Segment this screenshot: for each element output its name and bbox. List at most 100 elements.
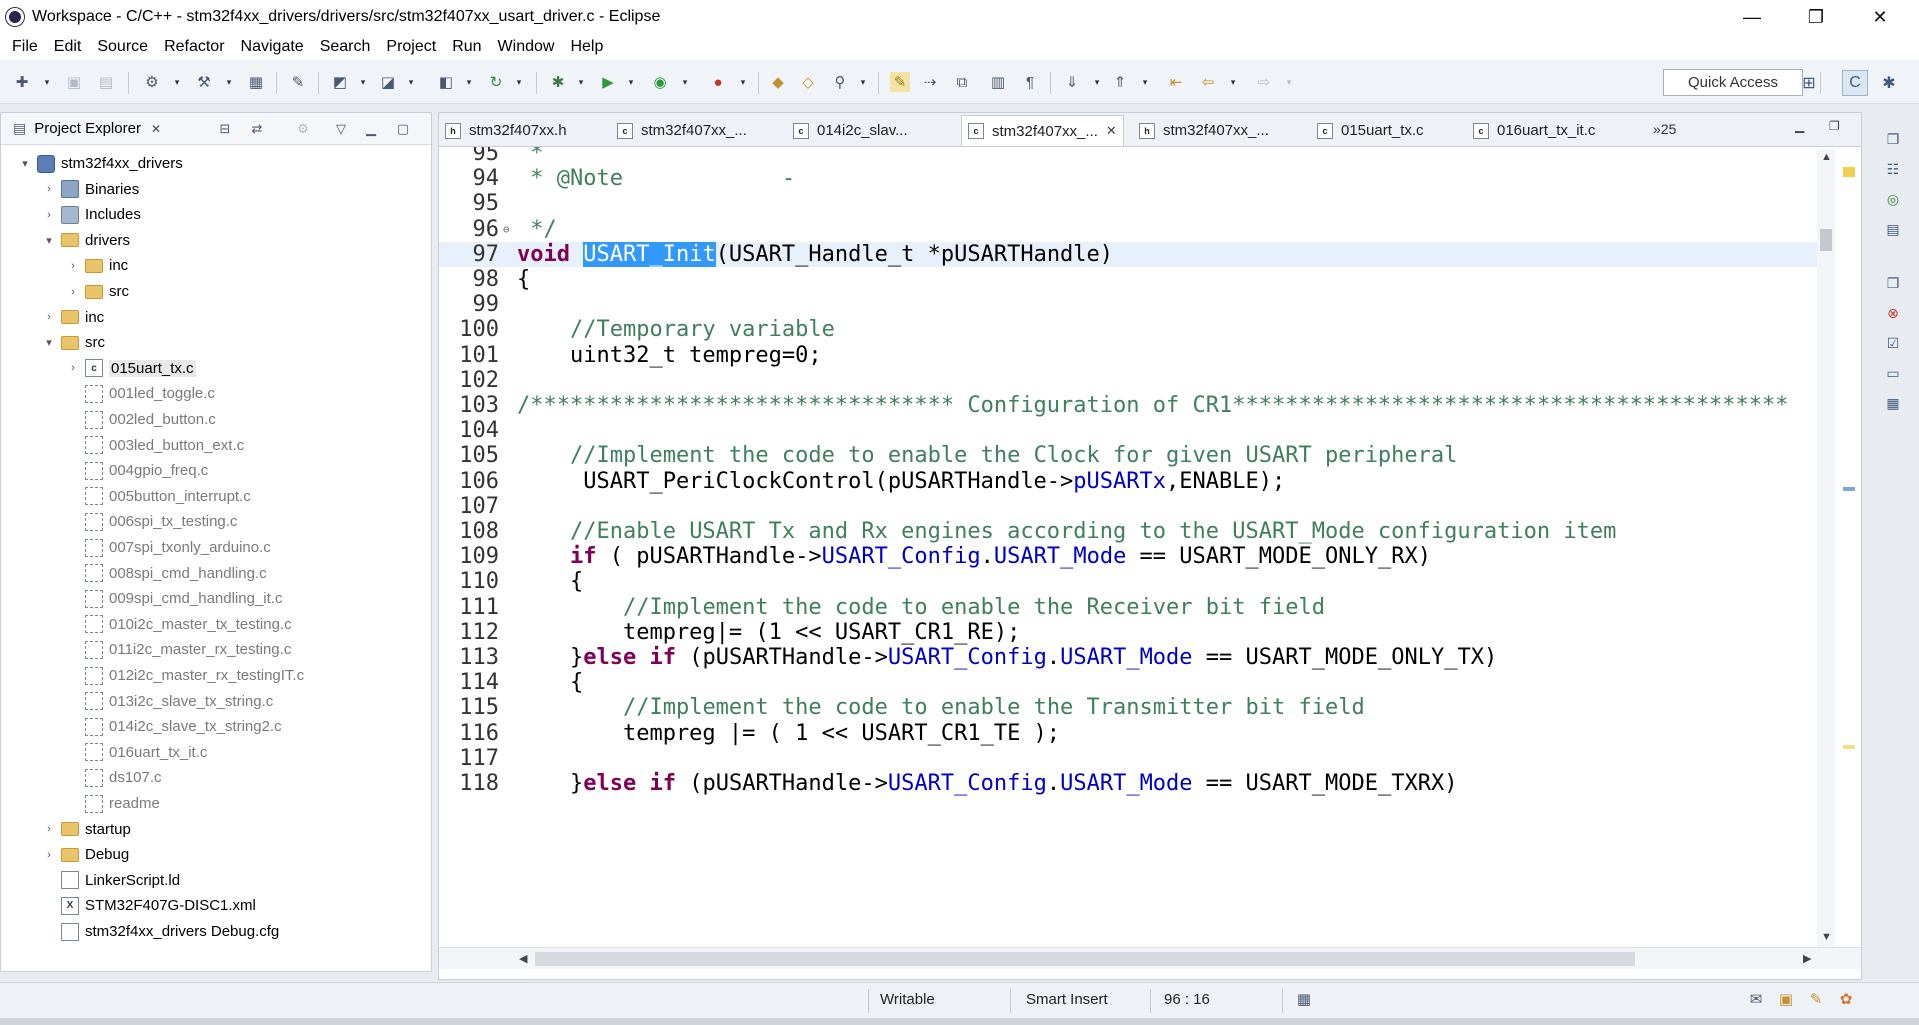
debug-bug-icon[interactable]: ✱ bbox=[548, 72, 568, 92]
tree-item[interactable]: › Debug bbox=[1, 842, 129, 867]
tree-item[interactable]: › startup bbox=[1, 817, 131, 842]
menu-refactor[interactable]: Refactor bbox=[156, 38, 232, 56]
tree-item[interactable]: › inc bbox=[1, 253, 128, 278]
open-perspective-icon[interactable]: ⊞ bbox=[1796, 70, 1822, 96]
prev-annotation-icon[interactable]: ⇑ bbox=[1110, 72, 1130, 92]
build-settings-dropdown-icon[interactable]: ▾ bbox=[172, 72, 182, 92]
external-tools-icon[interactable]: ● bbox=[708, 72, 728, 92]
debug-perspective-icon[interactable]: ✱ bbox=[1876, 70, 1902, 96]
code-line[interactable]: 107 bbox=[439, 494, 1819, 519]
open-type-icon[interactable]: ◆ bbox=[768, 72, 788, 92]
editor-tab[interactable]: c 015uart_tx.c bbox=[1317, 115, 1424, 146]
tree-item[interactable]: X STM32F407G-DISC1.xml bbox=[1, 893, 256, 918]
save-all-icon[interactable]: ▤ bbox=[96, 72, 116, 92]
tree-item[interactable]: 007spi_txonly_arduino.c bbox=[1, 535, 271, 560]
code-line[interactable]: 103 /******************************** Con… bbox=[439, 393, 1819, 418]
highlight-toggle-icon[interactable]: ✎ bbox=[890, 72, 910, 92]
code-line[interactable]: 112 tempreg|= (1 << USART_CR1_RE); bbox=[439, 620, 1819, 645]
problems-icon[interactable]: ⊗ bbox=[1882, 302, 1904, 324]
annotation-icon[interactable]: ⇢ bbox=[920, 72, 940, 92]
expanded-chevron-icon[interactable]: ▾ bbox=[17, 157, 33, 170]
search-icon[interactable]: ⚲ bbox=[830, 72, 850, 92]
open-element-icon[interactable]: ◇ bbox=[798, 72, 818, 92]
view-menu-icon[interactable]: ▽ bbox=[331, 119, 351, 139]
code-area[interactable]: 95 * 94 * @Note -95 96 ⊖ */97 void USART_Ini… bbox=[439, 147, 1861, 947]
code-line[interactable]: 106 USART_PeriClockControl(pUSARTHandle-… bbox=[439, 469, 1819, 494]
code-line[interactable]: 104 bbox=[439, 418, 1819, 443]
project-explorer-close-icon[interactable]: ✕ bbox=[151, 122, 161, 136]
new-class-dropdown-icon[interactable]: ▾ bbox=[464, 72, 474, 92]
tab-close-icon[interactable]: ✕ bbox=[1106, 123, 1117, 139]
code-line[interactable]: 98 { bbox=[439, 267, 1819, 292]
forward-icon[interactable]: ⇨ bbox=[1254, 72, 1274, 92]
restore-icon[interactable]: ❐ bbox=[1882, 128, 1904, 150]
code-line[interactable]: 95 bbox=[439, 191, 1819, 216]
collapsed-chevron-icon[interactable]: › bbox=[65, 260, 81, 272]
build-settings-icon[interactable]: ⚙ bbox=[142, 72, 162, 92]
restore-bottom-icon[interactable]: ❐ bbox=[1882, 272, 1904, 294]
code-line[interactable]: 97 void USART_Init(USART_Handle_t *pUSART… bbox=[439, 241, 1819, 267]
tree-item[interactable]: › c 015uart_tx.c bbox=[1, 356, 196, 381]
tree-item[interactable]: 003led_button_ext.c bbox=[1, 433, 244, 458]
target-icon[interactable]: ◎ bbox=[1882, 188, 1904, 210]
tree-item[interactable]: LinkerScript.ld bbox=[1, 868, 180, 893]
prev-annotation-dropdown-icon[interactable]: ▾ bbox=[1140, 72, 1150, 92]
tree-item[interactable]: › src bbox=[1, 279, 129, 304]
new-source-folder-dropdown-icon[interactable]: ▾ bbox=[406, 72, 416, 92]
menu-navigate[interactable]: Navigate bbox=[233, 38, 312, 56]
maximize-button[interactable]: ❐ bbox=[1786, 0, 1846, 34]
search-dropdown-icon[interactable]: ▾ bbox=[858, 72, 868, 92]
maximize-view-icon[interactable]: ▢ bbox=[393, 119, 413, 139]
code-line[interactable]: 108 //Enable USART Tx and Rx engines acc… bbox=[439, 519, 1819, 544]
pencil-icon[interactable]: ✎ bbox=[1806, 989, 1826, 1009]
code-line[interactable]: 115 //Implement the code to enable the T… bbox=[439, 695, 1819, 720]
console-icon[interactable]: ▭ bbox=[1882, 362, 1904, 384]
settings-icon[interactable]: ✿ bbox=[1836, 989, 1856, 1009]
menu-search[interactable]: Search bbox=[312, 38, 379, 56]
collapsed-chevron-icon[interactable]: › bbox=[41, 209, 57, 221]
run-dropdown-icon[interactable]: ▾ bbox=[626, 72, 636, 92]
editor-tab[interactable]: h stm32f407xx_... bbox=[1139, 115, 1269, 146]
tree-item[interactable]: 013i2c_slave_tx_string.c bbox=[1, 689, 273, 714]
run-icon[interactable]: ▶ bbox=[598, 72, 618, 92]
new-project-dropdown-icon[interactable]: ▾ bbox=[358, 72, 368, 92]
mail-icon[interactable]: ✉ bbox=[1746, 989, 1766, 1009]
tree-item[interactable]: 006spi_tx_testing.c bbox=[1, 509, 237, 534]
editor-tab[interactable]: h stm32f407xx.h bbox=[445, 115, 567, 146]
run-external-icon[interactable]: ◉ bbox=[650, 72, 670, 92]
tree-item[interactable]: 005button_interrupt.c bbox=[1, 484, 251, 509]
task-list-icon[interactable]: ▤ bbox=[1882, 218, 1904, 240]
collapsed-chevron-icon[interactable]: › bbox=[41, 183, 57, 195]
minimize-view-icon[interactable]: ▁ bbox=[361, 119, 381, 139]
editor-maximize-icon[interactable]: ❐ bbox=[1829, 119, 1840, 133]
tree-item[interactable]: 016uart_tx_it.c bbox=[1, 740, 207, 765]
code-line[interactable]: 94 * @Note - bbox=[439, 166, 1819, 191]
close-window-button[interactable]: ✕ bbox=[1850, 0, 1910, 34]
code-line[interactable]: 110 { bbox=[439, 569, 1819, 594]
cpp-perspective-icon[interactable]: C bbox=[1842, 70, 1868, 96]
collapsed-chevron-icon[interactable]: › bbox=[65, 362, 81, 374]
tree-item[interactable]: 009spi_cmd_handling_it.c bbox=[1, 586, 282, 611]
tree-item[interactable]: › Includes bbox=[1, 202, 141, 227]
tree-item[interactable]: readme bbox=[1, 791, 160, 816]
code-line[interactable]: 96 ⊖ */ bbox=[439, 217, 1819, 242]
code-line[interactable]: 109 if ( pUSARTHandle->USART_Config.USAR… bbox=[439, 544, 1819, 569]
external-tools-dropdown-icon[interactable]: ▾ bbox=[738, 72, 748, 92]
scroll-down-icon[interactable]: ▼ bbox=[1821, 931, 1832, 943]
collapsed-chevron-icon[interactable]: › bbox=[41, 823, 57, 835]
minimize-button[interactable]: — bbox=[1722, 0, 1782, 34]
collapsed-chevron-icon[interactable]: › bbox=[41, 311, 57, 323]
vertical-scroll-thumb[interactable] bbox=[1820, 229, 1832, 251]
code-line[interactable]: 105 //Implement the code to enable the C… bbox=[439, 443, 1819, 468]
tree-item[interactable]: ds107.c bbox=[1, 765, 162, 790]
debug-config-icon[interactable]: ✎ bbox=[288, 72, 308, 92]
link-with-editor-icon[interactable]: ⇄ bbox=[247, 119, 267, 139]
tree-item[interactable]: 004gpio_freq.c bbox=[1, 458, 208, 483]
forward-dropdown-icon[interactable]: ▾ bbox=[1284, 72, 1294, 92]
tree-item[interactable]: › Binaries bbox=[1, 177, 139, 202]
next-annotation-dropdown-icon[interactable]: ▾ bbox=[1092, 72, 1102, 92]
code-line[interactable]: 113 }else if (pUSARTHandle->USART_Config… bbox=[439, 645, 1819, 670]
code-line[interactable]: 114 { bbox=[439, 670, 1819, 695]
run-external-dropdown-icon[interactable]: ▾ bbox=[680, 72, 690, 92]
code-line[interactable]: 116 tempreg |= ( 1 << USART_CR1_TE ); bbox=[439, 721, 1819, 746]
